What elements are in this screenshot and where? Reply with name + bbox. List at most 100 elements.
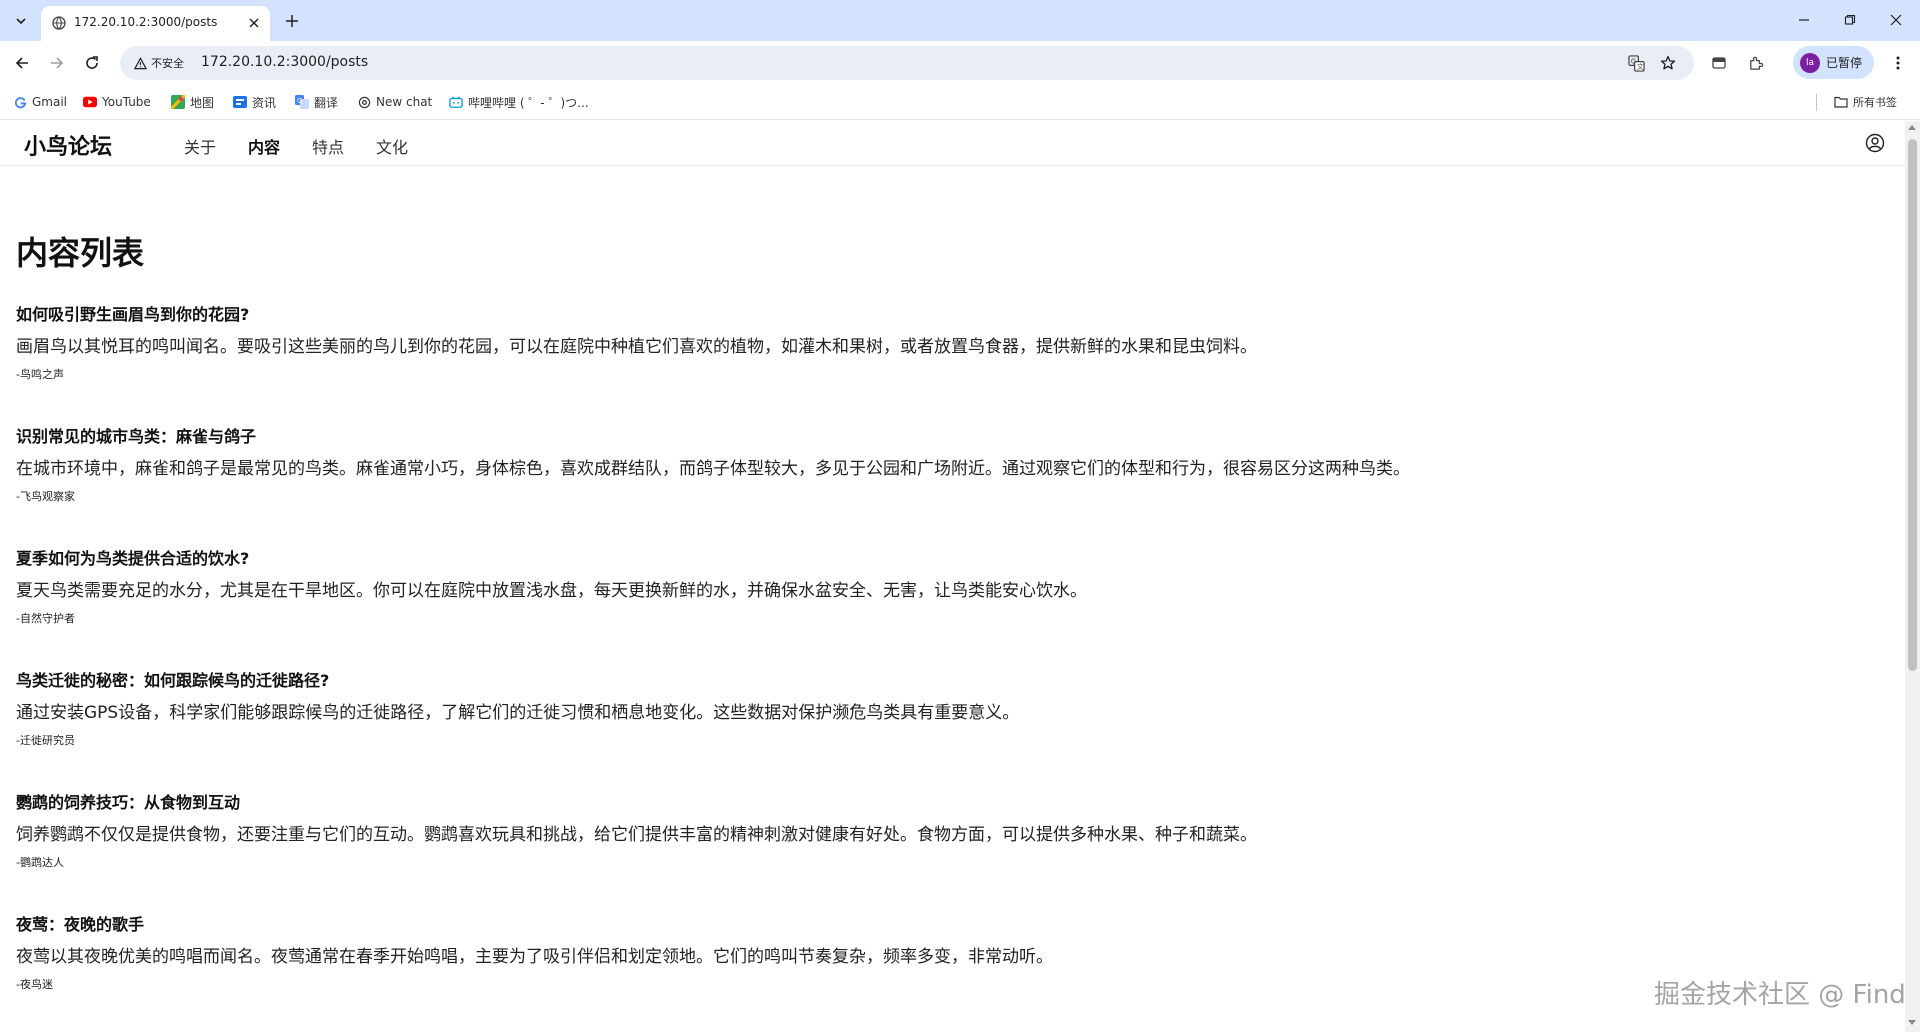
nav-item-content[interactable]: 内容 (248, 134, 280, 158)
post-body: 夏天鸟类需要充足的水分，尤其是在干旱地区。你可以在庭院中放置浅水盘，每天更换新鲜… (16, 581, 1087, 601)
plus-icon (286, 15, 298, 27)
post-body: 画眉鸟以其悦耳的鸣叫闻名。要吸引这些美丽的鸟儿到你的花园，可以在庭院中种植它们喜… (16, 337, 1257, 357)
translate-page-button[interactable]: G文 (1626, 53, 1646, 73)
more-vertical-icon (1896, 56, 1900, 70)
site-nav: 关于 内容 特点 文化 (184, 134, 408, 158)
post-body: 饲养鹦鹉不仅仅是提供食物，还要注重与它们的互动。鹦鹉喜欢玩具和挑战，给它们提供丰… (16, 825, 1257, 845)
url-text[interactable]: 172.20.10.2:3000/posts (201, 54, 368, 70)
tab-close-button[interactable] (246, 15, 262, 31)
nav-item-culture[interactable]: 文化 (376, 134, 408, 158)
tab-title: 172.20.10.2:3000/posts (74, 15, 218, 29)
puzzle-icon (1749, 56, 1763, 70)
profile-status-label: 已暂停 (1826, 56, 1863, 70)
post-author: -夜鸟迷 (16, 978, 53, 991)
page-title: 内容列表 (16, 234, 145, 272)
back-button[interactable] (10, 51, 34, 75)
bookmark-label: 资讯 (252, 95, 277, 110)
forward-button[interactable] (45, 51, 69, 75)
chat-icon (357, 95, 371, 109)
close-window-button[interactable] (1882, 8, 1910, 32)
address-bar[interactable]: 不安全 172.20.10.2:3000/posts G文 (120, 46, 1694, 80)
post-item: 夏季如何为鸟类提供合适的饮水? 夏天鸟类需要充足的水分，尤其是在干旱地区。你可以… (16, 548, 1876, 670)
bookmarks-bar: Gmail YouTube 地图 资讯 G 翻译 New chat 哔哩哔哩 (… (0, 84, 1920, 120)
avatar: la (1800, 52, 1820, 73)
new-tab-button[interactable] (281, 10, 303, 32)
browser-tab-active[interactable]: 172.20.10.2:3000/posts (41, 6, 270, 41)
arrow-left-icon (15, 57, 28, 69)
bookmark-translate[interactable]: G 翻译 (295, 93, 338, 111)
translate-icon: G文 (1627, 54, 1645, 72)
reload-button[interactable] (80, 51, 104, 75)
profile-button[interactable]: la 已暂停 (1793, 46, 1874, 79)
bookmark-label: 翻译 (314, 95, 339, 110)
post-title[interactable]: 鸟类迁徙的秘密：如何跟踪候鸟的迁徙路径? (16, 670, 1876, 692)
browser-toolbar: 不安全 172.20.10.2:3000/posts G文 la 已暂停 (0, 41, 1920, 84)
restore-button[interactable] (1836, 8, 1864, 32)
post-body: 夜莺以其夜晚优美的鸣唱而闻名。夜莺通常在春季开始鸣唱，主要为了吸引伴侣和划定领地… (16, 947, 1053, 967)
bookmark-news[interactable]: 资讯 (233, 93, 276, 111)
tab-groups-button[interactable] (1707, 51, 1731, 75)
page-scrollbar[interactable] (1905, 121, 1920, 1032)
nav-item-features[interactable]: 特点 (312, 134, 344, 158)
bilibili-icon (449, 95, 463, 109)
post-body: 通过安装GPS设备，科学家们能够跟踪候鸟的迁徙路径，了解它们的迁徙习惯和栖息地变… (16, 703, 1020, 723)
svg-text:G: G (1630, 57, 1635, 65)
bookmark-youtube[interactable]: YouTube (83, 93, 151, 111)
tab-strip: 172.20.10.2:3000/posts (0, 0, 1920, 41)
user-account-button[interactable] (1864, 132, 1886, 154)
bookmark-label: 哔哩哔哩 ( ゜- ゜)つ... (468, 95, 589, 110)
post-author: -鹦鹉达人 (16, 856, 64, 869)
bookmark-star-button[interactable] (1658, 53, 1678, 73)
tab-search-button[interactable] (9, 9, 33, 33)
post-item: 鹦鹉的饲养技巧：从食物到互动 饲养鹦鹉不仅仅是提供食物，还要注重与它们的互动。鹦… (16, 792, 1876, 914)
post-title[interactable]: 鹦鹉的饲养技巧：从食物到互动 (16, 792, 1876, 814)
security-chip[interactable]: 不安全 (128, 51, 192, 75)
youtube-icon (83, 95, 97, 109)
close-icon (249, 18, 259, 28)
post-item: 识别常见的城市鸟类：麻雀与鸽子 在城市环境中，麻雀和鸽子是最常见的鸟类。麻雀通常… (16, 426, 1876, 548)
scroll-down-arrow-icon[interactable] (1908, 1020, 1916, 1025)
bookmark-maps[interactable]: 地图 (171, 93, 214, 111)
site-brand[interactable]: 小鸟论坛 (24, 129, 112, 161)
security-label: 不安全 (151, 57, 184, 70)
media-icon (1712, 57, 1726, 69)
nav-item-about[interactable]: 关于 (184, 134, 216, 158)
globe-icon (52, 16, 66, 30)
browser-menu-button[interactable] (1886, 51, 1910, 75)
post-item: 如何吸引野生画眉鸟到你的花园? 画眉鸟以其悦耳的鸣叫闻名。要吸引这些美丽的鸟儿到… (16, 304, 1876, 426)
post-item: 鸟类迁徙的秘密：如何跟踪候鸟的迁徙路径? 通过安装GPS设备，科学家们能够跟踪候… (16, 670, 1876, 792)
extensions-button[interactable] (1744, 51, 1768, 75)
arrow-right-icon (51, 57, 64, 69)
restore-icon (1844, 14, 1856, 25)
all-bookmarks-button[interactable]: 所有书签 (1834, 93, 1897, 111)
site-header: 小鸟论坛 关于 内容 特点 文化 (0, 121, 1905, 166)
bookmark-label: YouTube (102, 95, 151, 109)
all-bookmarks-label: 所有书签 (1853, 96, 1897, 109)
post-title[interactable]: 夜莺：夜晚的歌手 (16, 914, 1876, 936)
bookmark-gmail[interactable]: Gmail (13, 93, 67, 111)
news-icon (233, 95, 247, 109)
post-author: -自然守护者 (16, 612, 75, 625)
watermark: 掘金技术社区 @ Find (1654, 980, 1905, 1010)
bookmark-label: 地图 (190, 95, 215, 110)
reload-icon (86, 56, 98, 69)
close-icon (1890, 14, 1902, 26)
scroll-up-arrow-icon[interactable] (1908, 125, 1916, 130)
minimize-button[interactable] (1790, 8, 1818, 32)
post-title[interactable]: 如何吸引野生画眉鸟到你的花园? (16, 304, 1876, 326)
bookmark-bilibili[interactable]: 哔哩哔哩 ( ゜- ゜)つ... (449, 93, 589, 111)
post-body: 在城市环境中，麻雀和鸽子是最常见的鸟类。麻雀通常小巧，身体棕色，喜欢成群结队，而… (16, 459, 1410, 479)
post-title[interactable]: 识别常见的城市鸟类：麻雀与鸽子 (16, 426, 1876, 448)
star-icon (1660, 55, 1676, 70)
gmail-icon (13, 95, 27, 109)
page-viewport: 小鸟论坛 关于 内容 特点 文化 内容列表 如何吸引野生画眉鸟到你的花园? 画眉… (0, 121, 1905, 1032)
scrollbar-thumb[interactable] (1908, 139, 1917, 671)
post-author: -飞鸟观察家 (16, 490, 75, 503)
bookmark-new-chat[interactable]: New chat (357, 93, 432, 111)
maps-icon (171, 95, 185, 109)
post-item: 夜莺：夜晚的歌手 夜莺以其夜晚优美的鸣唱而闻名。夜莺通常在春季开始鸣唱，主要为了… (16, 914, 1876, 1032)
svg-text:G: G (297, 97, 302, 105)
post-author: -鸟鸣之声 (16, 368, 64, 381)
chevron-down-icon (16, 18, 26, 25)
post-title[interactable]: 夏季如何为鸟类提供合适的饮水? (16, 548, 1876, 570)
